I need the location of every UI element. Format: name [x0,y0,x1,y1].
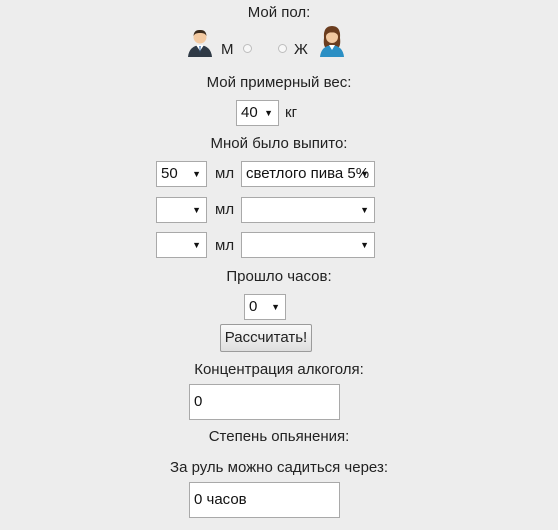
drink-amount-value: 50 [161,165,178,182]
chevron-down-icon: ▼ [360,169,369,179]
drink-amount-select-3[interactable]: ▼ [156,232,207,258]
hours-title: Прошло часов: [226,268,332,285]
chevron-down-icon: ▼ [271,302,280,312]
female-user-icon [320,26,344,57]
weight-value: 40 [241,104,258,121]
drink-unit-label: мл [215,165,235,182]
drink-type-select-2[interactable]: ▼ [241,197,375,223]
male-radio[interactable] [243,44,252,53]
chevron-down-icon: ▼ [360,205,369,215]
concentration-value: 0 [194,393,203,410]
weight-select[interactable]: 40 ▼ [236,100,279,126]
chevron-down-icon: ▼ [360,240,369,250]
hours-value: 0 [249,298,258,315]
chevron-down-icon: ▼ [192,240,201,250]
male-user-icon [188,29,212,57]
female-label: Ж [294,41,308,58]
drink-type-select-3[interactable]: ▼ [241,232,375,258]
drinks-title: Мной было выпито: [210,135,348,152]
chevron-down-icon: ▼ [192,205,201,215]
drink-type-select-1[interactable]: светлого пива 5% ▼ [241,161,375,187]
drink-type-value: светлого пива 5% [246,165,370,182]
drive-value: 0 часов [194,491,247,508]
drive-title: За руль можно садиться через: [170,459,388,476]
drink-unit-label: мл [215,201,235,218]
gender-title: Мой пол: [247,4,311,21]
weight-title: Мой примерный вес: [206,74,352,91]
female-radio[interactable] [278,44,287,53]
drink-amount-select-1[interactable]: 50 ▼ [156,161,207,187]
drink-amount-select-2[interactable]: ▼ [156,197,207,223]
calculate-button[interactable]: Рассчитать! [220,324,312,352]
male-label: М [221,41,234,58]
concentration-field[interactable]: 0 [189,384,340,420]
concentration-title: Концентрация алкоголя: [194,361,364,378]
hours-select[interactable]: 0 ▼ [244,294,286,320]
chevron-down-icon: ▼ [264,108,273,118]
drink-unit-label: мл [215,237,235,254]
chevron-down-icon: ▼ [192,169,201,179]
drive-field[interactable]: 0 часов [189,482,340,518]
weight-unit: кг [285,104,298,121]
intoxication-title: Степень опьянения: [208,428,350,445]
